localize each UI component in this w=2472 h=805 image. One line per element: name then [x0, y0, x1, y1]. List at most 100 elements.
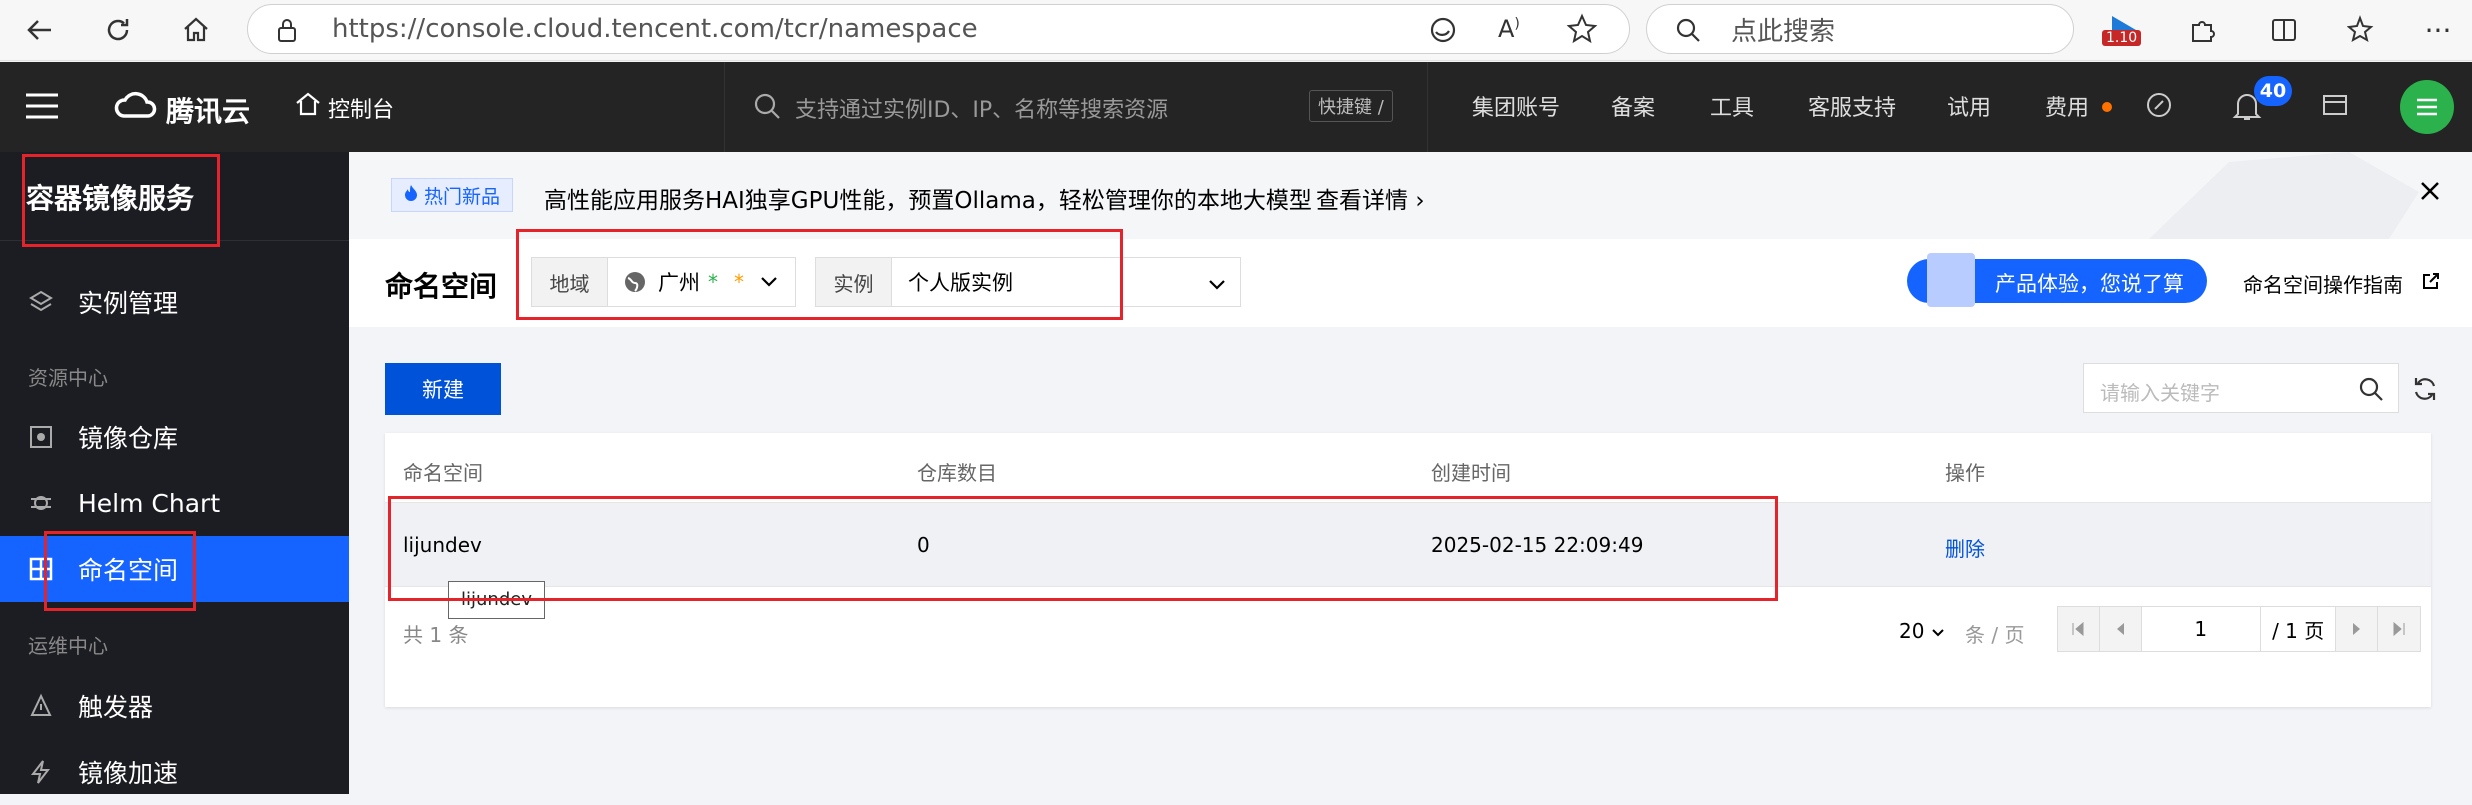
page-title: 命名空间 — [385, 270, 498, 303]
new-button[interactable]: 新建 — [385, 363, 501, 415]
page-number-input[interactable]: 1 — [2141, 607, 2261, 651]
external-link-icon — [2421, 271, 2441, 295]
namespace-table: 命名空间 仓库数目 创建时间 操作 lijundev 0 2025-02-15 … — [385, 433, 2431, 707]
instance-select[interactable]: 实例 个人版实例 — [815, 257, 1241, 307]
nav-support[interactable]: 客服支持 — [1808, 90, 1896, 122]
extension-icon[interactable]: 1.10 — [2102, 10, 2144, 50]
page-size-select[interactable]: 20 — [1899, 619, 1945, 643]
resource-search[interactable]: 支持通过实例ID、IP、名称等搜索资源 快捷键 / — [724, 62, 1428, 152]
cell-repo-count: 0 — [917, 533, 930, 557]
region-tag-star: * — [734, 270, 744, 294]
table-row[interactable]: lijundev 0 2025-02-15 22:09:49 删除 — [385, 503, 2431, 587]
nav-group-account[interactable]: 集团账号 — [1472, 90, 1560, 122]
link-icon[interactable] — [2144, 90, 2174, 124]
column-created-time: 创建时间 — [1431, 461, 1511, 485]
sidebar-item-triggers[interactable]: 触发器 — [0, 673, 349, 739]
search-icon[interactable] — [2358, 376, 2384, 406]
sidebar-item-label: 实例管理 — [78, 289, 179, 318]
puzzle-icon[interactable] — [2180, 8, 2224, 52]
namespace-icon — [26, 554, 56, 584]
sidebar-item-label: 镜像加速 — [78, 759, 179, 788]
feedback-button[interactable]: 产品体验，您说了算 — [1907, 253, 2207, 307]
main-content: 新建 请输入关键字 命名空间 仓库数目 创建时间 操作 lijundev 0 2… — [349, 327, 2472, 794]
instance-value: 个人版实例 — [908, 271, 1013, 295]
menu-icon[interactable] — [24, 92, 60, 124]
next-page-icon[interactable] — [2336, 607, 2379, 651]
region-value: 广州 — [658, 271, 700, 295]
favorites-icon[interactable] — [2340, 8, 2384, 52]
notification-badge: 40 — [2254, 76, 2292, 106]
more-icon[interactable]: ··· — [2416, 8, 2460, 52]
instance-label: 实例 — [816, 258, 892, 306]
address-bar[interactable]: https://console.cloud.tencent.com/tcr/na… — [247, 4, 1630, 54]
sidebar-item-acceleration[interactable]: 镜像加速 — [0, 739, 349, 805]
sidebar-group-resource: 资源中心 — [28, 366, 108, 390]
sidebar-item-label: 镜像仓库 — [78, 424, 179, 453]
favorite-star-icon[interactable] — [1566, 13, 1598, 49]
split-screen-icon[interactable] — [2262, 8, 2306, 52]
search-icon — [753, 92, 781, 124]
nav-filing[interactable]: 备案 — [1611, 90, 1655, 122]
sidebar-group-ops: 运维中心 — [28, 634, 108, 658]
column-actions: 操作 — [1945, 461, 1985, 485]
home-icon[interactable] — [174, 8, 218, 52]
page-header: 命名空间 地域 广州 * * 实例 个人版实例 产品体验，您说了算 命名空间操作… — [349, 239, 2472, 327]
trigger-icon — [26, 691, 56, 721]
brand-name[interactable]: 腾讯云 — [166, 90, 250, 130]
sidebar: 容器镜像服务 实例管理 资源中心 镜像仓库 Helm Chart 命名空间 运维… — [0, 152, 349, 794]
banner-link[interactable]: 查看详情 › — [1316, 181, 1425, 215]
delete-link[interactable]: 删除 — [1945, 533, 1985, 562]
chevron-down-icon — [1208, 276, 1226, 295]
chevron-right-icon: › — [1415, 188, 1425, 214]
browser-search[interactable]: 点此搜索 — [1646, 4, 2074, 54]
tooltip: lijundev — [448, 581, 545, 619]
sidebar-item-repositories[interactable]: 镜像仓库 — [0, 404, 349, 470]
region-status-star: * — [708, 270, 718, 294]
console-home-icon — [294, 90, 322, 122]
region-select[interactable]: 地域 广州 * * — [531, 257, 796, 307]
read-aloud-icon[interactable]: A) — [1498, 15, 1520, 43]
lightning-icon — [26, 757, 56, 787]
sidebar-item-instances[interactable]: 实例管理 — [0, 269, 349, 335]
sidebar-item-namespace[interactable]: 命名空间 — [0, 536, 349, 602]
console-link[interactable]: 控制台 — [328, 92, 394, 124]
browser-search-placeholder: 点此搜索 — [1731, 16, 1836, 47]
prev-page-icon[interactable] — [2099, 607, 2142, 651]
extension-badge: 1.10 — [2102, 30, 2142, 46]
url-text: https://console.cloud.tencent.com/tcr/na… — [332, 14, 978, 44]
workorder-icon[interactable] — [2320, 90, 2350, 124]
banner-text: 高性能应用服务HAI独享GPU性能，预置Ollama，轻松管理你的本地大模型 — [544, 188, 1312, 214]
last-page-icon[interactable] — [2378, 607, 2420, 651]
sidebar-title: 容器镜像服务 — [26, 182, 195, 215]
back-icon[interactable] — [18, 8, 62, 52]
column-repo-count: 仓库数目 — [917, 461, 997, 485]
feedback-text: 产品体验，您说了算 — [1995, 272, 2184, 296]
first-page-icon[interactable] — [2058, 607, 2100, 651]
page-size-label: 条 / 页 — [1965, 623, 2025, 647]
nav-tools[interactable]: 工具 — [1710, 90, 1754, 122]
search-icon — [1675, 17, 1701, 47]
refresh-icon[interactable] — [96, 8, 140, 52]
lock-icon — [276, 17, 298, 47]
keyword-search-input[interactable]: 请输入关键字 — [2083, 363, 2399, 413]
hot-tag-text: 热门新品 — [424, 185, 501, 208]
sidebar-item-helm-chart[interactable]: Helm Chart — [0, 470, 349, 536]
top-navigation: 腾讯云 控制台 支持通过实例ID、IP、名称等搜索资源 快捷键 / 集团账号 备… — [0, 62, 2472, 152]
chevron-down-icon — [760, 258, 778, 306]
avatar[interactable] — [2400, 80, 2454, 134]
column-namespace: 命名空间 — [403, 461, 483, 485]
keyword-search-placeholder: 请输入关键字 — [2100, 381, 2220, 405]
banner-decoration — [2089, 152, 2429, 239]
close-icon[interactable] — [2417, 178, 2443, 208]
sidebar-item-label: Helm Chart — [78, 488, 221, 518]
globe-icon — [622, 258, 648, 306]
edge-icon[interactable] — [1428, 15, 1458, 49]
nav-billing[interactable]: 费用 — [2045, 90, 2089, 122]
guide-link[interactable]: 命名空间操作指南 — [2243, 269, 2403, 298]
nav-trial[interactable]: 试用 — [1947, 90, 1991, 122]
hot-tag: 热门新品 — [391, 178, 514, 212]
feedback-icon — [1927, 253, 1975, 307]
refresh-icon[interactable] — [2410, 374, 2440, 408]
sidebar-divider — [0, 240, 349, 241]
helm-icon — [26, 488, 56, 518]
